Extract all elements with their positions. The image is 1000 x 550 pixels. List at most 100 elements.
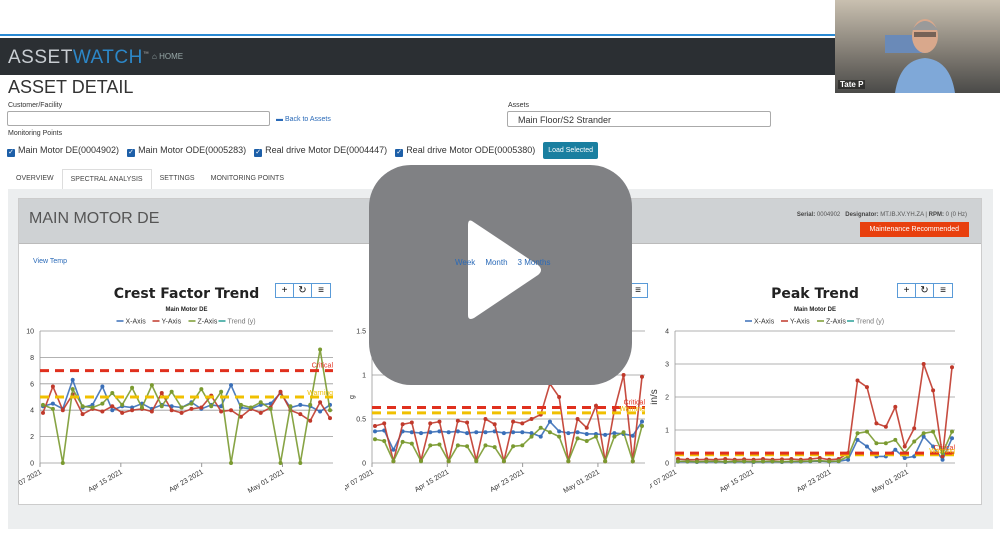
zoom-in-icon[interactable]: + — [898, 284, 916, 297]
data-point — [409, 441, 414, 446]
data-point — [676, 459, 680, 464]
data-point — [492, 445, 497, 450]
chart-toolbar: +↻≡ — [275, 283, 331, 298]
data-point — [382, 439, 387, 443]
data-point — [130, 408, 135, 413]
range-3-months[interactable]: 3 Months — [518, 258, 551, 267]
data-point — [864, 444, 869, 449]
data-point — [483, 417, 488, 421]
video-play-button[interactable] — [369, 165, 632, 385]
data-point — [419, 459, 424, 464]
mp-checkbox-3[interactable]: ✓ Real drive Motor ODE(0005380) — [395, 145, 535, 157]
checkbox-checked-icon: ✓ — [254, 148, 263, 157]
x-tick-label: Apr 15 2021 — [414, 469, 451, 494]
reset-icon[interactable]: ↻ — [916, 284, 934, 297]
data-point — [465, 431, 470, 436]
x-tick-label: Apr 07 2021 — [345, 469, 375, 494]
tab-overview[interactable]: OVERVIEW — [8, 169, 62, 191]
tab-monitoring-points[interactable]: MONITORING POINTS — [203, 169, 292, 191]
tab-settings[interactable]: SETTINGS — [152, 169, 203, 191]
y-tick-label: 8 — [30, 355, 34, 362]
range-links: Week Month 3 Months — [455, 258, 550, 267]
y-tick-label: 3 — [665, 362, 669, 369]
assetwatch-logo[interactable]: ASSETWATCH™ — [8, 47, 149, 69]
zoom-in-icon[interactable]: + — [276, 284, 294, 297]
back-label: Back to Assets — [284, 116, 331, 123]
data-point — [258, 400, 263, 405]
customer-input[interactable] — [7, 111, 270, 126]
data-point — [130, 385, 135, 390]
legend-item: X-Axis — [126, 319, 147, 326]
data-point — [373, 424, 377, 429]
data-point — [547, 419, 552, 424]
data-point — [817, 458, 822, 463]
warning-label: Warning — [619, 406, 645, 413]
tab-spectral-analysis[interactable]: SPECTRAL ANALYSIS — [61, 169, 152, 191]
back-to-assets-link[interactable]: ▬ Back to Assets — [276, 116, 331, 123]
data-point — [298, 412, 303, 417]
data-point — [159, 391, 164, 396]
data-point — [511, 444, 516, 449]
data-point — [713, 459, 718, 464]
data-point — [603, 432, 608, 437]
y-tick-label: 4 — [665, 329, 669, 336]
data-point — [446, 430, 451, 435]
participant-name: Tate P — [838, 80, 866, 89]
assets-label: Assets — [508, 102, 530, 109]
tabs: OVERVIEW SPECTRAL ANALYSIS SETTINGS MONI… — [8, 169, 292, 191]
data-point — [446, 459, 451, 464]
data-point — [912, 426, 917, 431]
data-point — [298, 402, 303, 407]
assets-select[interactable]: Main Floor/S2 Strander — [507, 111, 771, 127]
menu-icon[interactable]: ≡ — [312, 284, 330, 297]
data-point — [50, 384, 55, 389]
x-tick-label: May 01 2021 — [562, 469, 601, 495]
menu-icon[interactable]: ≡ — [934, 284, 952, 297]
data-point — [742, 459, 747, 464]
data-point — [921, 431, 926, 436]
mp-checkbox-0[interactable]: ✓ Main Motor DE(0004902) — [7, 145, 119, 157]
data-point — [912, 439, 917, 444]
view-temp-link[interactable]: View Temp — [33, 258, 67, 265]
data-point — [883, 441, 888, 446]
data-point — [630, 433, 635, 438]
load-selected-button[interactable]: Load Selected — [543, 142, 599, 159]
reset-icon[interactable]: ↻ — [294, 284, 312, 297]
data-point — [288, 404, 293, 409]
data-point — [557, 429, 562, 434]
monitoring-points-label: Monitoring Points — [8, 130, 63, 137]
data-point — [391, 459, 396, 464]
data-point — [603, 459, 608, 464]
data-point — [110, 408, 115, 413]
data-point — [529, 434, 534, 439]
data-point — [511, 419, 516, 424]
checkbox-checked-icon: ✓ — [7, 148, 15, 157]
mp-label: Real drive Motor DE(0004447) — [265, 144, 388, 155]
mp-checkbox-2[interactable]: ✓ Real drive Motor DE(0004447) — [254, 145, 387, 157]
data-point — [836, 459, 841, 464]
data-point — [80, 412, 85, 417]
data-point — [80, 404, 85, 409]
data-point — [189, 406, 194, 411]
data-point — [492, 422, 497, 427]
data-point — [60, 408, 65, 413]
data-point — [621, 373, 626, 377]
nav-home[interactable]: ⌂ HOME — [152, 52, 183, 61]
webcam-overlay: Tate P — [835, 0, 1000, 93]
warning-label: Warning — [929, 448, 955, 455]
data-point — [455, 443, 460, 448]
checkbox-checked-icon: ✓ — [395, 148, 404, 157]
data-point — [100, 409, 105, 414]
data-point — [159, 404, 164, 409]
range-week[interactable]: Week — [455, 258, 475, 267]
data-point — [575, 436, 580, 441]
range-month[interactable]: Month — [485, 258, 507, 267]
data-point — [694, 459, 699, 464]
data-point — [547, 430, 552, 435]
mp-checkbox-1[interactable]: ✓ Main Motor ODE(0005283) — [127, 145, 246, 157]
data-point — [428, 443, 433, 448]
data-point — [864, 385, 869, 390]
data-point — [268, 406, 273, 411]
data-point — [529, 417, 534, 421]
data-point — [584, 431, 589, 436]
